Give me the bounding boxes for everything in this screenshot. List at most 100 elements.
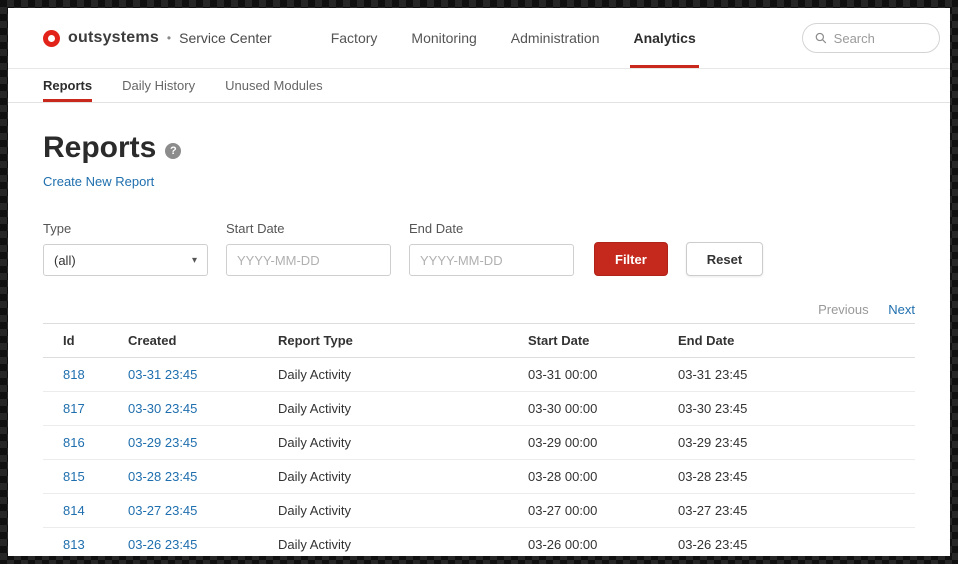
nav-item-label: Monitoring <box>411 30 477 46</box>
column-header-report-type: Report Type <box>278 323 528 358</box>
tab-label: Daily History <box>122 78 196 93</box>
column-header-created: Created <box>128 323 278 358</box>
end-date-input[interactable] <box>409 244 574 276</box>
report-created-cell: 03-26 23:45 <box>128 527 278 556</box>
tab-reports[interactable]: Reports <box>43 69 93 102</box>
main-content: Reports ? Create New Report Type (all) ▾… <box>8 131 950 556</box>
report-created-link[interactable]: 03-26 23:45 <box>128 537 197 552</box>
report-id-cell: 813 <box>43 527 128 556</box>
type-field-group: Type (all) ▾ <box>43 221 208 276</box>
main-nav: Factory Monitoring Administration Analyt… <box>314 8 713 68</box>
previous-page-link[interactable]: Previous <box>818 302 869 317</box>
report-id-link[interactable]: 813 <box>63 537 85 552</box>
table-row: 815 03-28 23:45 Daily Activity 03-28 00:00 0… <box>43 459 915 494</box>
help-icon[interactable]: ? <box>165 143 182 159</box>
start-date-input[interactable] <box>226 244 391 276</box>
tab-label: Unused Modules <box>225 78 323 93</box>
nav-item-label: Factory <box>330 30 378 46</box>
end-date-label: End Date <box>409 221 464 236</box>
table-row: 816 03-29 23:45 Daily Activity 03-29 00:00 0… <box>43 425 915 460</box>
report-id-link[interactable]: 818 <box>63 367 85 382</box>
title-row: Reports ? <box>43 131 915 165</box>
search-input[interactable] <box>833 30 927 46</box>
tab-daily-history[interactable]: Daily History <box>122 69 195 102</box>
filter-button[interactable]: Filter <box>594 242 668 276</box>
brand: outsystems • Service Center <box>43 8 272 68</box>
brand-separator: • <box>166 31 172 45</box>
table-row: 813 03-26 23:45 Daily Activity 03-26 00:00 0… <box>43 527 915 556</box>
start-date-cell: 03-26 00:00 <box>528 527 678 556</box>
nav-item-monitoring[interactable]: Monitoring <box>394 8 493 68</box>
start-date-cell: 03-31 00:00 <box>528 357 678 392</box>
report-id-cell: 816 <box>43 425 128 460</box>
start-date-cell: 03-27 00:00 <box>528 493 678 528</box>
type-select[interactable]: (all) ▾ <box>43 244 208 276</box>
report-id-link[interactable]: 816 <box>63 435 85 450</box>
nav-item-label: Administration <box>510 30 600 46</box>
report-type-cell: Daily Activity <box>278 357 528 392</box>
nav-item-factory[interactable]: Factory <box>314 8 395 68</box>
page-title: Reports <box>43 131 157 164</box>
table-row: 818 03-31 23:45 Daily Activity 03-31 00:00 0… <box>43 357 915 392</box>
table-row: 817 03-30 23:45 Daily Activity 03-30 00:00 0… <box>43 391 915 426</box>
screenshot-frame: outsystems • Service Center Factory Moni… <box>0 0 958 564</box>
end-date-cell: 03-31 23:45 <box>678 357 915 392</box>
report-created-link[interactable]: 03-28 23:45 <box>128 469 197 484</box>
report-created-cell: 03-28 23:45 <box>128 459 278 494</box>
report-id-link[interactable]: 814 <box>63 503 85 518</box>
report-id-cell: 817 <box>43 391 128 426</box>
column-header-end-date: End Date <box>678 323 915 358</box>
nav-item-analytics[interactable]: Analytics <box>616 8 712 68</box>
tab-label: Reports <box>43 78 93 93</box>
report-type-cell: Daily Activity <box>278 425 528 460</box>
nav-item-administration[interactable]: Administration <box>494 8 617 68</box>
next-page-link[interactable]: Next <box>888 302 915 317</box>
start-date-cell: 03-29 00:00 <box>528 425 678 460</box>
start-date-label: Start Date <box>226 221 285 236</box>
report-created-link[interactable]: 03-29 23:45 <box>128 435 197 450</box>
tab-unused-modules[interactable]: Unused Modules <box>225 69 323 102</box>
report-id-cell: 815 <box>43 459 128 494</box>
report-id-link[interactable]: 817 <box>63 401 85 416</box>
nav-item-label: Analytics <box>633 30 696 46</box>
report-created-link[interactable]: 03-27 23:45 <box>128 503 197 518</box>
end-date-cell: 03-28 23:45 <box>678 459 915 494</box>
table-header-row: Id Created Report Type Start Date End Da… <box>43 323 915 358</box>
end-date-cell: 03-27 23:45 <box>678 493 915 528</box>
type-select-value: (all) <box>54 252 76 268</box>
reports-table-body: 818 03-31 23:45 Daily Activity 03-31 00:00 0… <box>43 357 915 556</box>
search-box[interactable] <box>802 23 940 53</box>
sub-tabs: Reports Daily History Unused Modules <box>8 69 950 103</box>
brand-name: outsystems <box>68 29 159 46</box>
reports-table: Id Created Report Type Start Date End Da… <box>43 323 915 556</box>
reset-button[interactable]: Reset <box>685 242 764 276</box>
pagination: Previous Next <box>43 302 915 317</box>
column-header-id: Id <box>43 323 128 358</box>
top-header: outsystems • Service Center Factory Moni… <box>8 8 950 69</box>
report-created-cell: 03-31 23:45 <box>128 357 278 392</box>
report-created-cell: 03-27 23:45 <box>128 493 278 528</box>
search-icon <box>815 32 827 44</box>
report-id-cell: 818 <box>43 357 128 392</box>
report-id-cell: 814 <box>43 493 128 528</box>
report-created-link[interactable]: 03-30 23:45 <box>128 401 197 416</box>
table-row: 814 03-27 23:45 Daily Activity 03-27 00:00 0… <box>43 493 915 528</box>
column-header-start-date: Start Date <box>528 323 678 358</box>
report-id-link[interactable]: 815 <box>63 469 85 484</box>
report-created-link[interactable]: 03-31 23:45 <box>128 367 197 382</box>
start-date-field-group: Start Date <box>226 221 391 276</box>
type-label: Type <box>43 221 72 236</box>
outsystems-logo-icon <box>43 29 60 47</box>
report-type-cell: Daily Activity <box>278 493 528 528</box>
chevron-down-icon: ▾ <box>191 254 197 266</box>
filters-bar: Type (all) ▾ Start Date End Date Filter … <box>43 221 915 276</box>
brand-suffix: Service Center <box>179 30 272 46</box>
end-date-cell: 03-30 23:45 <box>678 391 915 426</box>
service-center-page: outsystems • Service Center Factory Moni… <box>8 8 950 556</box>
report-created-cell: 03-30 23:45 <box>128 391 278 426</box>
report-type-cell: Daily Activity <box>278 459 528 494</box>
report-type-cell: Daily Activity <box>278 527 528 556</box>
end-date-cell: 03-29 23:45 <box>678 425 915 460</box>
create-new-report-link[interactable]: Create New Report <box>43 174 154 189</box>
report-type-cell: Daily Activity <box>278 391 528 426</box>
